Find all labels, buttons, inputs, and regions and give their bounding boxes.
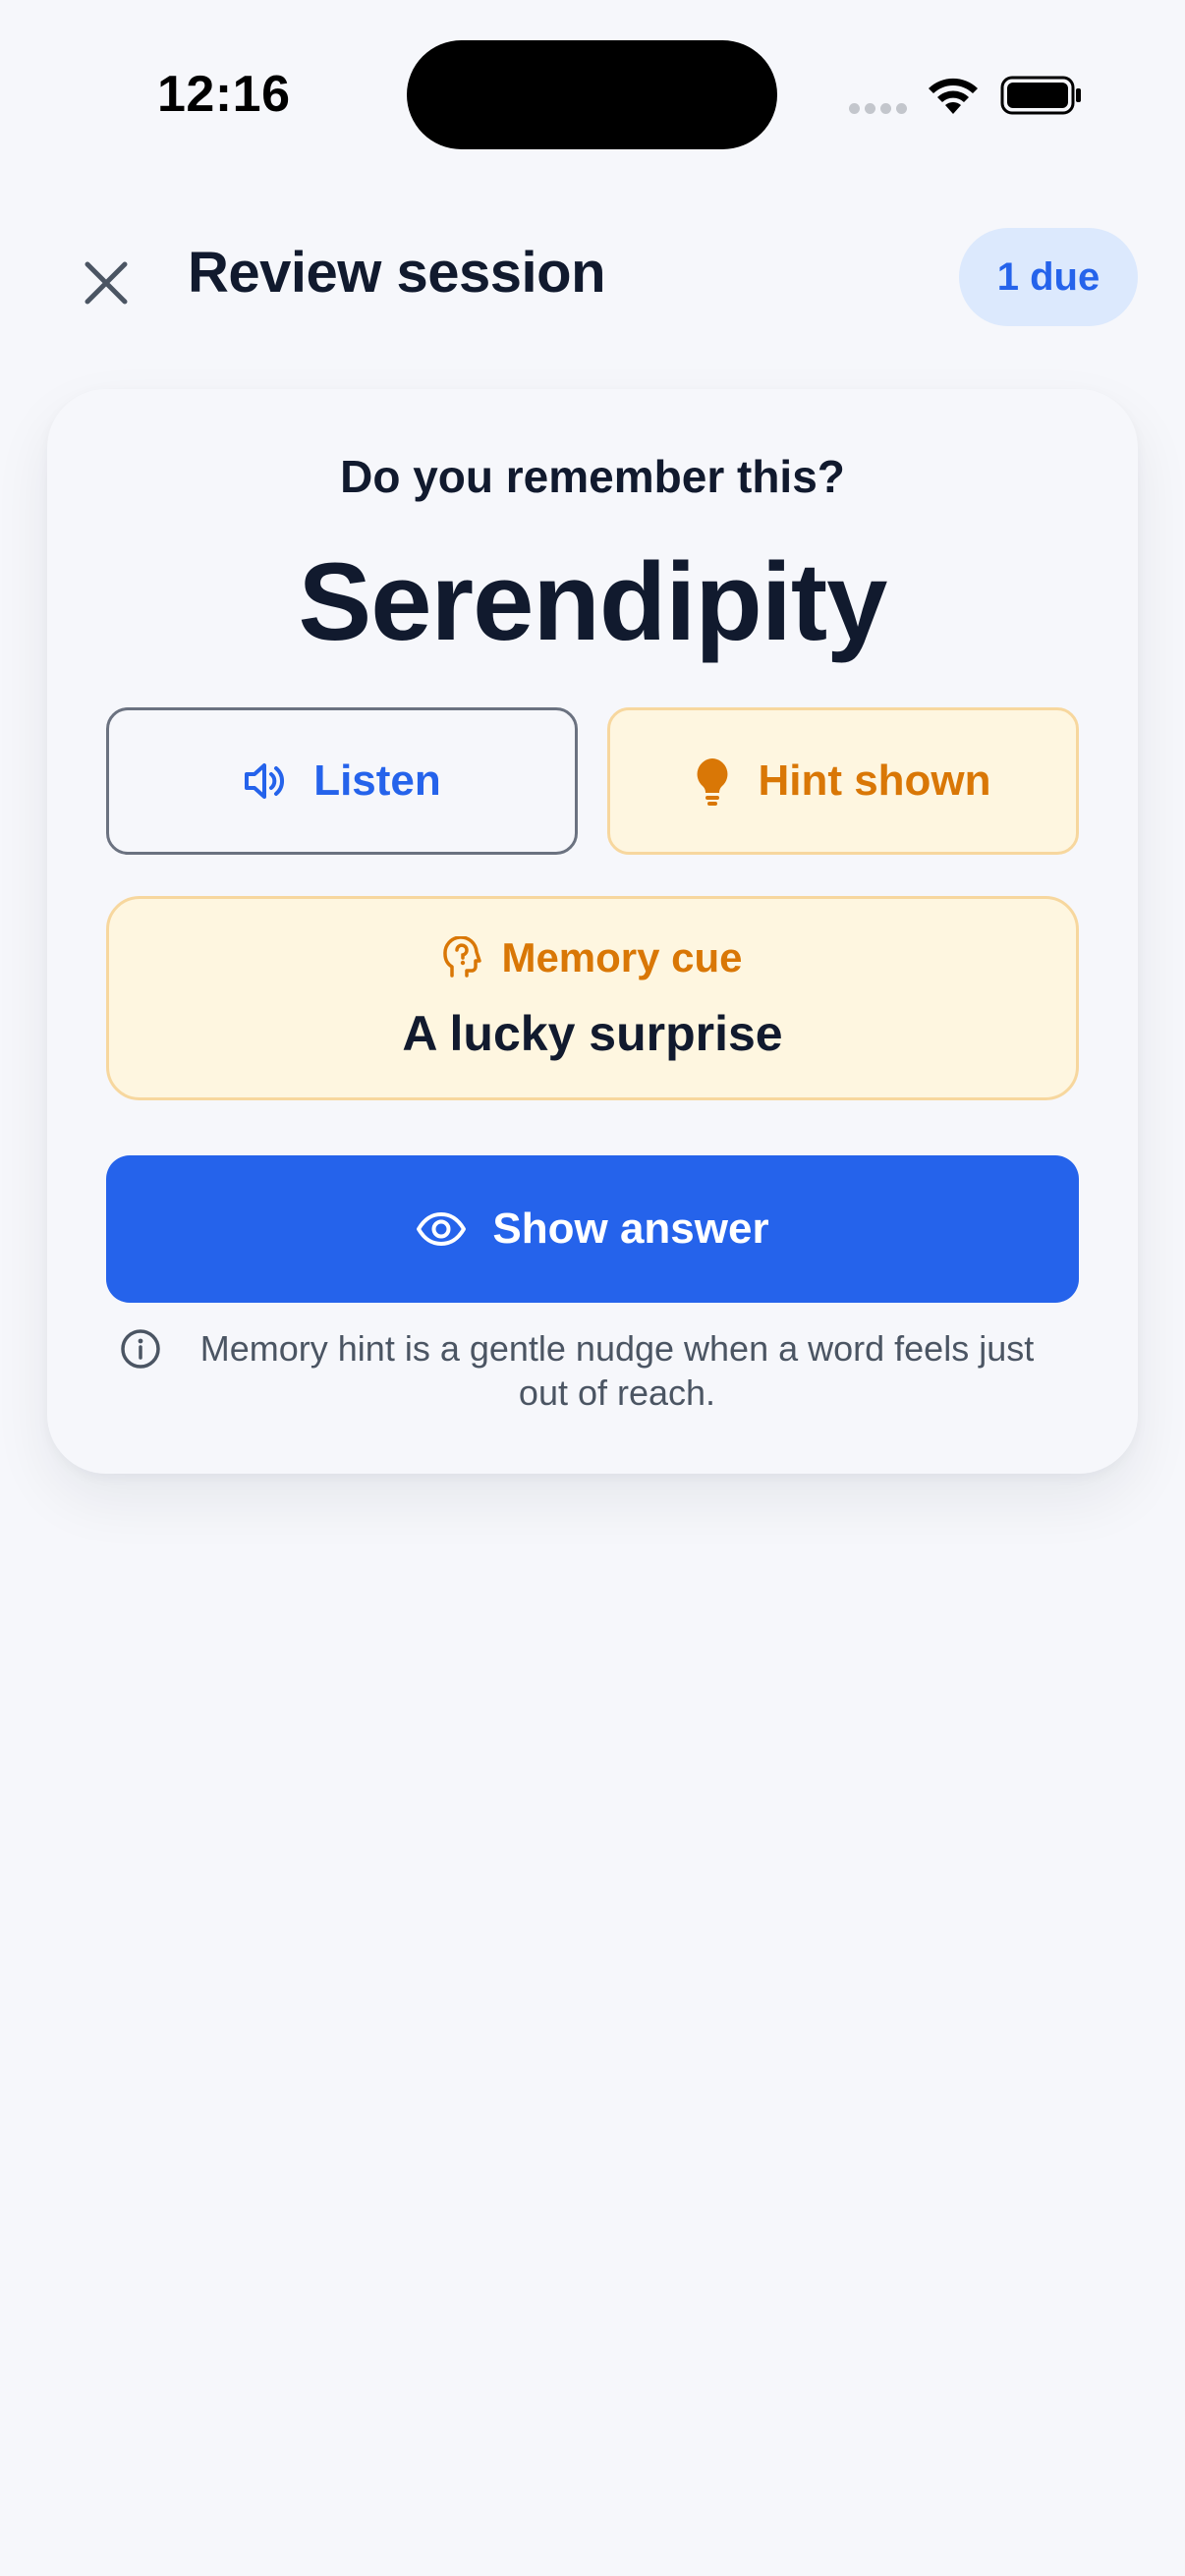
page-title: Review session: [188, 241, 606, 305]
review-word: Serendipity: [298, 540, 888, 663]
hint-note: Memory hint is a gentle nudge when a wor…: [199, 1328, 1035, 1413]
memory-cue-title: Memory cue: [501, 934, 743, 980]
listen-button[interactable]: Listen: [106, 707, 578, 855]
hint-button[interactable]: Hint shown: [607, 707, 1079, 855]
due-badge: 1 due: [959, 228, 1138, 326]
memory-cue-box: Memory cue A lucky surprise: [106, 896, 1079, 1100]
memory-cue-text: A lucky surprise: [402, 1006, 783, 1061]
hint-label: Hint shown: [758, 756, 991, 805]
header: Review session 1 due: [0, 218, 1185, 336]
close-button[interactable]: [69, 246, 143, 320]
battery-icon: [1000, 76, 1081, 115]
close-icon: [85, 261, 128, 305]
memory-cue-heading: Memory cue: [109, 934, 1076, 981]
signal-dots-icon: [849, 103, 907, 114]
show-answer-label: Show answer: [492, 1204, 769, 1253]
status-time: 12:16: [157, 66, 291, 123]
review-prompt: Do you remember this?: [340, 451, 845, 502]
status-bar: 12:16: [0, 0, 1185, 187]
info-icon: [121, 1329, 160, 1369]
head-question-icon: [443, 936, 482, 978]
speaker-icon: [245, 763, 285, 799]
wifi-icon: [929, 78, 978, 114]
eye-icon: [417, 1212, 467, 1246]
review-card: Do you remember this? Serendipity Listen…: [47, 389, 1138, 1474]
lightbulb-icon: [698, 758, 728, 806]
listen-label: Listen: [313, 756, 441, 805]
dynamic-island: [407, 40, 777, 149]
action-row: Listen Hint shown: [106, 707, 1079, 855]
show-answer-button[interactable]: Show answer: [106, 1155, 1079, 1303]
